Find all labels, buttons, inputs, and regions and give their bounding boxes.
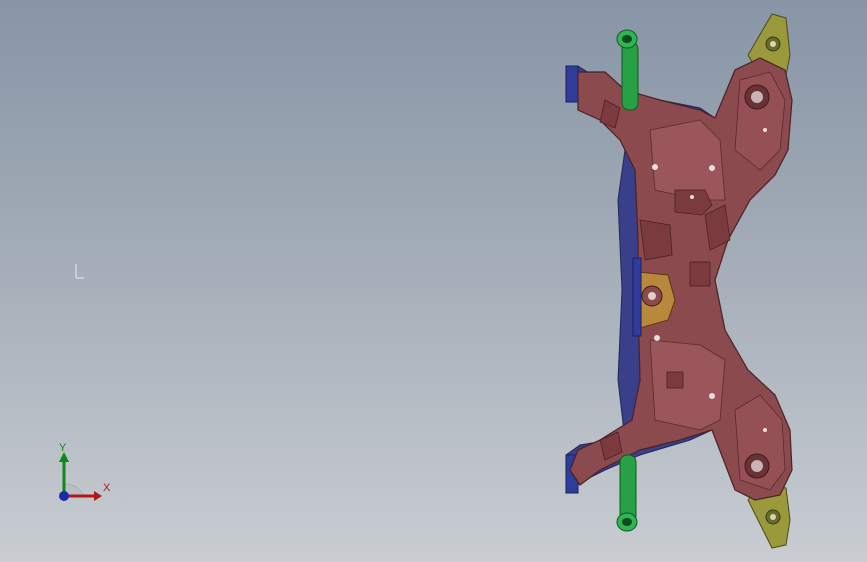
subframe-model[interactable]	[0, 0, 867, 562]
z-axis-dot	[59, 491, 69, 501]
y-axis-label: Y	[59, 442, 67, 454]
x-axis-label: X	[103, 482, 111, 494]
bushing-bottom	[616, 454, 638, 532]
triad-axes	[59, 452, 102, 501]
subframe-body	[569, 57, 793, 501]
graphics-viewport[interactable]: X Y	[0, 0, 867, 562]
orientation-triad[interactable]: X Y	[40, 440, 120, 510]
